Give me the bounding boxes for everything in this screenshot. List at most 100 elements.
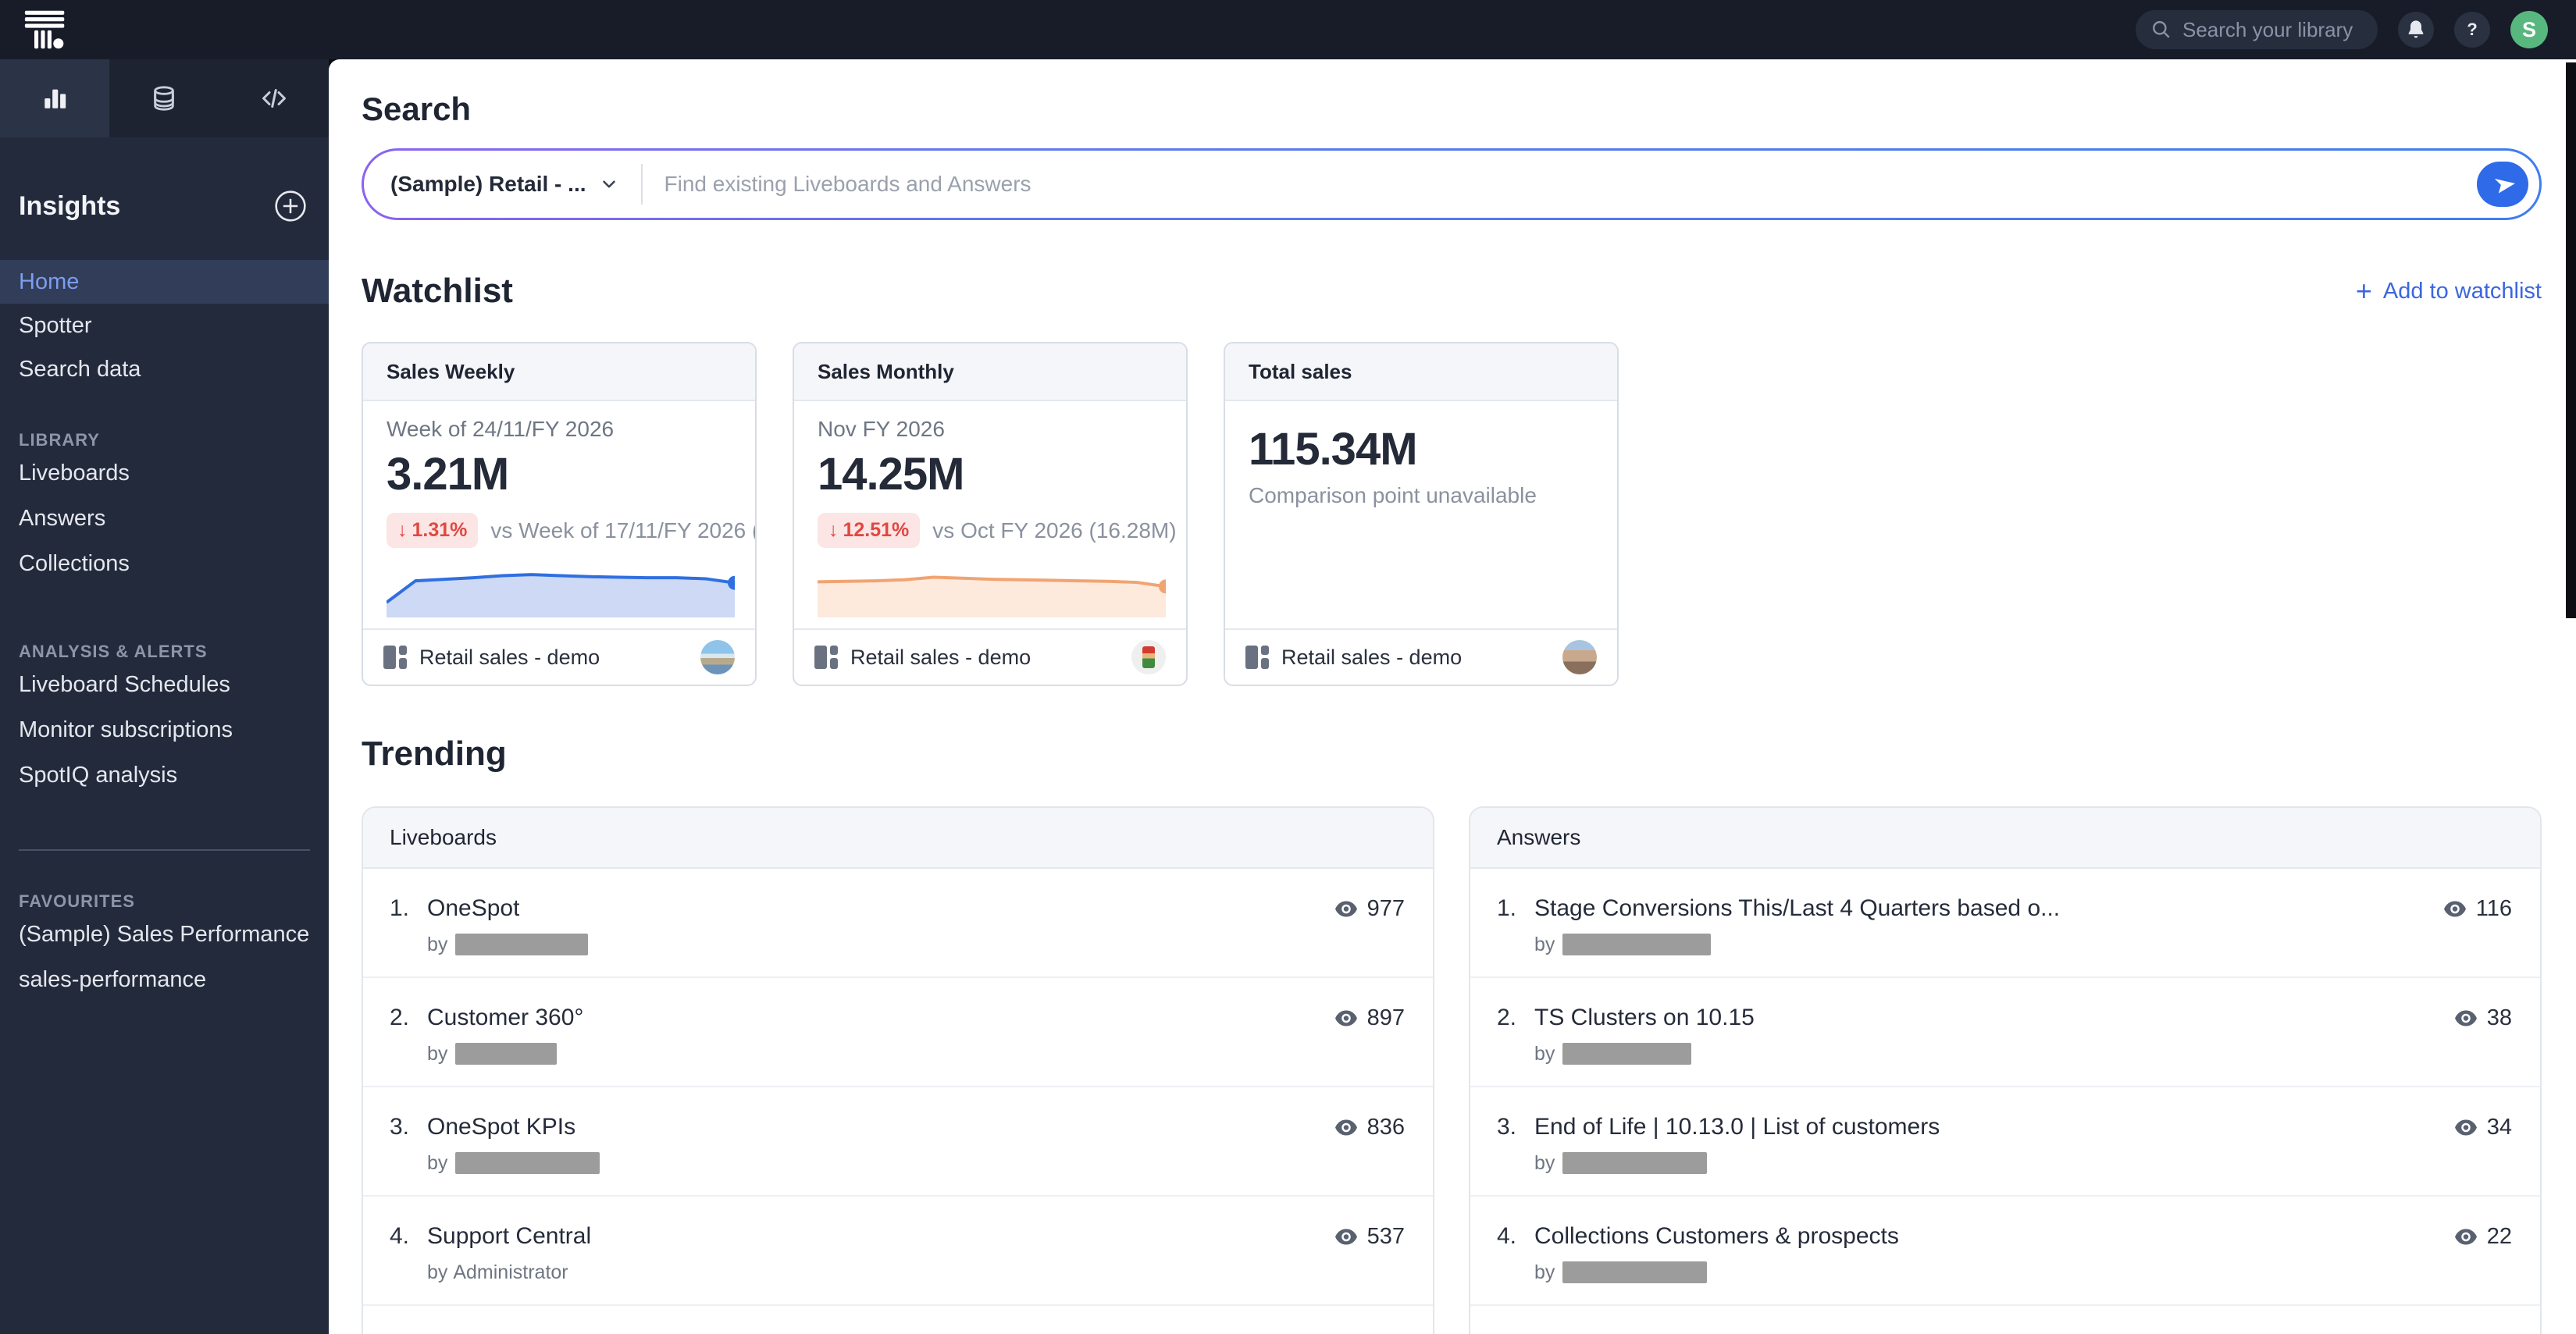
sidebar-item-monitor-subscriptions[interactable]: Monitor subscriptions (0, 707, 329, 752)
tab-data[interactable] (109, 59, 219, 137)
vertical-scrollbar[interactable] (2566, 62, 2576, 618)
row-line: 4. Collections Customers & prospects 22 (1497, 1223, 2512, 1250)
card-comparison: vs Oct FY 2026 (16.28M) (932, 518, 1177, 542)
byline-prefix: by (427, 1261, 448, 1283)
help-button[interactable]: ? (2454, 12, 2490, 48)
thoughtspot-logo[interactable] (23, 8, 67, 52)
byline-prefix: by (427, 1042, 448, 1065)
trending-row-end-of-life-10-13-0-list-of-customers[interactable]: 3. End of Life | 10.13.0 | List of custo… (1470, 1087, 2540, 1197)
eye-icon (1334, 1010, 1357, 1026)
eye-icon (2443, 901, 2466, 916)
row-line: 4. Support Central 537 (390, 1223, 1405, 1250)
card-period: Week of 24/11/FY 2026 (387, 417, 615, 441)
byline-author: Administrator (447, 1261, 568, 1283)
sidebar-item-liveboard-schedules[interactable]: Liveboard Schedules (0, 662, 329, 707)
view-count: 897 (1366, 1005, 1405, 1030)
row-rank: 2. (1497, 1005, 1517, 1030)
plus-icon: + (2355, 275, 2372, 307)
tab-develop[interactable] (219, 59, 329, 137)
main-content: Search (Sample) Retail - ... Find existi… (329, 59, 2576, 1334)
view-count: 836 (1366, 1114, 1405, 1140)
sidebar-item-liveboards[interactable]: Liveboards (0, 450, 329, 496)
sidebar-item-spotter[interactable]: Spotter (0, 304, 329, 347)
card-body: 115.34M ↓ Comparison point unavailable (1225, 401, 1617, 628)
panel-title: Liveboards (363, 808, 1433, 869)
card-period: Nov FY 2026 (818, 417, 945, 441)
trending-panel-liveboards: Liveboards 1. OneSpot 977 by 2. Customer… (362, 806, 1434, 1334)
row-views: 22 (2439, 1224, 2512, 1250)
topbar-actions: Search your library ? S (2136, 10, 2548, 49)
trending-row-future-dates-kpi[interactable]: 5. Future Dates KPI 18 by (1470, 1306, 2540, 1334)
card-compare-row: ↓1.31% vs Week of 17/11/FY 2026 (3.26M) (387, 513, 755, 548)
sparkline-chart (818, 575, 1166, 617)
byline-prefix: by (1534, 933, 1555, 955)
row-title: OneSpot KPIs (427, 1114, 576, 1140)
add-to-watchlist-button[interactable]: + Add to watchlist (2356, 277, 2542, 305)
trending-row-collections-customers-prospects[interactable]: 4. Collections Customers & prospects 22 … (1470, 1197, 2540, 1306)
trending-row-customer-360[interactable]: 2. Customer 360° 897 by (363, 978, 1433, 1087)
row-line: 1. Stage Conversions This/Last 4 Quarter… (1497, 895, 2512, 922)
arrow-down-icon: ↓ (828, 519, 839, 541)
sidebar-item-home[interactable]: Home (0, 260, 329, 304)
byline-prefix: by (427, 1151, 448, 1174)
sidebar-item-sales-performance[interactable]: sales-performance (0, 957, 329, 1002)
trending-row-retail-sales-demo[interactable]: 5. Retail sales - demo 393 by (363, 1306, 1433, 1334)
redacted-author (455, 934, 589, 955)
row-views: 537 (1319, 1224, 1405, 1250)
row-line: 2. TS Clusters on 10.15 38 (1497, 1005, 2512, 1031)
liveboard-icon (1245, 646, 1269, 669)
card-kpi-value: 14.25M (818, 449, 964, 500)
database-icon (154, 86, 175, 111)
code-icon (262, 89, 286, 108)
sidebar-item-sample-sales-performance[interactable]: (Sample) Sales Performance (0, 912, 329, 957)
card-kpi-value: 3.21M (387, 449, 509, 500)
sidebar-item-answers[interactable]: Answers (0, 496, 329, 541)
sidebar-item-collections[interactable]: Collections (0, 541, 329, 586)
row-title: Collections Customers & prospects (1534, 1223, 1899, 1249)
card-title: Sales Monthly (794, 343, 1186, 401)
trending-row-stage-conversions-this-last-4-quarters-based-o[interactable]: 1. Stage Conversions This/Last 4 Quarter… (1470, 869, 2540, 978)
search-query-input[interactable]: Find existing Liveboards and Answers (664, 172, 2478, 197)
library-search-input[interactable]: Search your library (2136, 10, 2378, 49)
view-count: 537 (1366, 1223, 1405, 1249)
panel-title: Answers (1470, 808, 2540, 869)
row-title: Support Central (427, 1223, 592, 1249)
row-rank: 1. (390, 895, 410, 921)
trending-row-ts-clusters-on-10-15[interactable]: 2. TS Clusters on 10.15 38 by (1470, 978, 2540, 1087)
watchlist-card-sales-weekly[interactable]: Sales Weekly Week of 24/11/FY 2026 3.21M… (362, 342, 757, 686)
bar-chart-icon (45, 89, 66, 108)
trending-row-onespot[interactable]: 1. OneSpot 977 by (363, 869, 1433, 978)
watchlist-card-total-sales[interactable]: Total sales 115.34M ↓ Comparison point u… (1224, 342, 1619, 686)
data-source-selector[interactable]: (Sample) Retail - ... (390, 172, 619, 197)
author-avatar (1562, 640, 1597, 674)
watchlist-card-sales-monthly[interactable]: Sales Monthly Nov FY 2026 14.25M ↓ 12.51%… (793, 342, 1188, 686)
row-byline: by (1534, 1151, 2512, 1175)
byline-prefix: by (1534, 1151, 1555, 1174)
tab-insights[interactable] (0, 59, 110, 137)
row-views: 897 (1319, 1005, 1405, 1031)
sidebar-nav: Home Spotter Search data (0, 260, 329, 391)
user-avatar[interactable]: S (2510, 11, 2548, 48)
search-icon (2153, 21, 2170, 38)
question-mark-icon: ? (2467, 20, 2478, 39)
trending-row-onespot-kpis[interactable]: 3. OneSpot KPIs 836 by (363, 1087, 1433, 1197)
delta-badge: ↓ 12.51% (818, 513, 921, 548)
row-byline: by (427, 1151, 1405, 1175)
card-source-label: Retail sales - demo (419, 645, 600, 669)
notifications-button[interactable] (2398, 12, 2434, 48)
view-count: 38 (2486, 1005, 2512, 1030)
trending-row-support-central[interactable]: 4. Support Central 537 by Administrator (363, 1197, 1433, 1306)
chevron-down-icon (602, 180, 615, 188)
card-source-label: Retail sales - demo (1281, 645, 1463, 669)
liveboard-icon (383, 646, 407, 669)
eye-icon (2454, 1010, 2477, 1026)
byline-prefix: by (1534, 1042, 1555, 1065)
delta-value: 1.31% (412, 519, 468, 541)
sidebar-sections: LIBRARY Liveboards Answers Collections ANALY… (0, 391, 329, 1002)
view-count: 116 (2475, 895, 2512, 921)
search-submit-button[interactable] (2477, 162, 2528, 207)
eye-icon (2454, 1119, 2477, 1135)
sidebar-item-spotiq-analysis[interactable]: SpotIQ analysis (0, 752, 329, 798)
add-insight-button[interactable] (273, 188, 308, 224)
sidebar-item-search-data[interactable]: Search data (0, 347, 329, 391)
